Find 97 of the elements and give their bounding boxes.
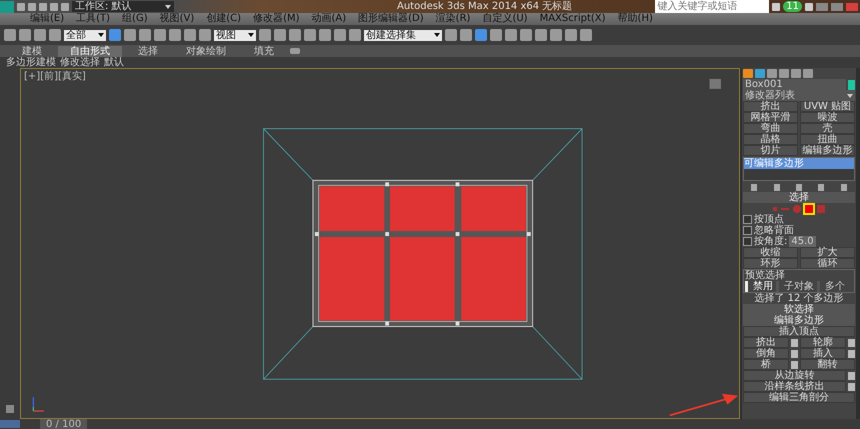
checkbox-label: 忽略背面: [754, 225, 794, 236]
selection-button[interactable]: 收缩: [743, 247, 798, 258]
checkbox-label: 按角度:: [754, 236, 788, 247]
menu-item[interactable]: 组(G): [122, 13, 148, 25]
modifier-button[interactable]: 挤出: [743, 101, 798, 112]
selection-button[interactable]: 扩大: [800, 247, 855, 258]
checkbox[interactable]: [743, 237, 752, 246]
modifier-button[interactable]: 晶格: [743, 134, 798, 145]
stack-item[interactable]: 可编辑多边形: [744, 158, 854, 169]
checkbox[interactable]: [743, 226, 752, 235]
caret-icon: [165, 4, 171, 8]
radio-button[interactable]: 子对象: [776, 281, 814, 292]
checkbox-label: 按顶点: [754, 214, 784, 225]
rollout-header[interactable]: 软选择: [743, 304, 855, 315]
ribbon-panel-tab[interactable]: 修改选择: [60, 57, 100, 68]
insert-vertex-button[interactable]: 插入顶点: [743, 326, 855, 337]
angle-spinner[interactable]: 45.0: [789, 236, 816, 247]
radio-button[interactable]: 多个: [817, 281, 845, 292]
ribbon-tab[interactable]: 自由形式: [58, 46, 122, 56]
close-button[interactable]: [846, 2, 858, 10]
selection-button[interactable]: 循环: [800, 258, 855, 269]
search-field[interactable]: 键入关键字或短语: [655, 0, 770, 13]
edit-button[interactable]: 从边旋转: [743, 370, 846, 381]
modifier-button[interactable]: 扭曲: [800, 134, 855, 145]
window-title: Autodesk 3ds Max 2014 x64: [397, 1, 540, 12]
modifier-button[interactable]: 切片: [743, 145, 798, 156]
caret-icon: [248, 33, 254, 37]
rollout-header[interactable]: 选择: [743, 192, 855, 203]
caret-icon: [98, 33, 104, 37]
menu-item[interactable]: MAXScript(X): [540, 13, 606, 25]
modifier-button[interactable]: 壳: [800, 123, 855, 134]
annotation-arrow: [668, 392, 740, 419]
vertex-level-icon[interactable]: [773, 206, 777, 210]
border-level-icon[interactable]: [793, 204, 801, 212]
menu-item[interactable]: 渲染(R): [436, 13, 470, 25]
edit-button[interactable]: 沿样条线挤出: [743, 381, 846, 392]
ribbon-tab[interactable]: 选择: [126, 46, 170, 56]
edit-button[interactable]: 桥: [743, 359, 789, 370]
menu-item[interactable]: 编辑(E): [30, 13, 64, 25]
ribbon-tab[interactable]: 建模: [10, 46, 54, 56]
ribbon-panel-tab[interactable]: 默认: [104, 57, 124, 68]
selection-status: 选择了 12 个多边形: [753, 293, 845, 304]
ribbon-tab[interactable]: 对象绘制: [174, 46, 238, 56]
object-name-field[interactable]: Box001: [743, 79, 846, 90]
selection-button[interactable]: 环形: [743, 258, 798, 269]
modifier-button[interactable]: 弯曲: [743, 123, 798, 134]
rollout-header[interactable]: 编辑多边形: [743, 315, 855, 326]
selected-polygon[interactable]: [461, 237, 526, 321]
timeline-button[interactable]: [0, 420, 20, 428]
menu-item[interactable]: 自定义(U): [482, 13, 528, 25]
document-title: 无标题: [542, 1, 572, 12]
viewport-label[interactable]: [+][前][真实]: [24, 71, 86, 82]
caret-icon: [434, 33, 440, 37]
selected-polygon[interactable]: [461, 186, 526, 232]
menu-item[interactable]: 工具(T): [76, 13, 110, 25]
edit-button[interactable]: 编辑三角剖分: [743, 392, 855, 403]
modifier-button[interactable]: 网格平滑: [743, 112, 798, 123]
modifier-button[interactable]: UVW 贴图: [800, 101, 855, 112]
axis-tripod-icon: [32, 397, 44, 412]
modifier-button[interactable]: 编辑多边形: [800, 145, 855, 156]
menu-item[interactable]: 视图(V): [160, 13, 194, 25]
selected-polygon[interactable]: [320, 237, 384, 321]
reference-coordinate-dropdown[interactable]: 视图: [214, 30, 256, 40]
selected-polygon[interactable]: [390, 237, 455, 321]
maximize-button[interactable]: [831, 2, 843, 10]
minimize-button[interactable]: [816, 2, 828, 10]
menu-item[interactable]: 帮助(H): [618, 13, 653, 25]
ribbon-panel-tab[interactable]: 多边形建模: [6, 57, 56, 68]
frame-counter[interactable]: 0 / 100: [40, 418, 88, 429]
edit-button[interactable]: 倒角: [743, 348, 789, 359]
edit-button[interactable]: 轮廓: [800, 337, 846, 348]
caret-icon: [847, 94, 853, 98]
group-title: 预览选择: [745, 270, 785, 281]
selection-filter-dropdown[interactable]: 全部: [64, 30, 106, 40]
viewport[interactable]: [+][前][真实]: [20, 68, 740, 419]
checkbox[interactable]: [743, 215, 752, 224]
panel-scrollbar[interactable]: [856, 68, 860, 419]
workspace-dropdown[interactable]: 工作区: 默认: [72, 1, 174, 12]
radio-button[interactable]: 禁用: [745, 281, 773, 292]
menu-item[interactable]: 图形编辑器(D): [358, 13, 424, 25]
edit-button[interactable]: 翻转: [800, 359, 855, 370]
menu-item[interactable]: 动画(A): [312, 13, 346, 25]
ribbon-tab[interactable]: 填充: [242, 46, 286, 56]
edge-level-icon[interactable]: [781, 208, 789, 210]
edit-button[interactable]: 挤出: [743, 337, 789, 348]
named-selection-dropdown[interactable]: 创建选择集: [364, 30, 442, 40]
app-logo-icon[interactable]: [0, 0, 14, 12]
menu-item[interactable]: 修改器(M): [253, 13, 300, 25]
edit-button[interactable]: 插入: [800, 348, 846, 359]
modifier-list-dropdown[interactable]: 修改器列表: [743, 90, 855, 101]
modifier-button[interactable]: 噪波: [800, 112, 855, 123]
selected-polygon[interactable]: [390, 186, 455, 232]
element-level-icon[interactable]: [817, 204, 825, 212]
selected-polygon[interactable]: [320, 186, 384, 232]
polygon-level-icon[interactable]: [805, 204, 813, 212]
object-color-swatch[interactable]: [848, 80, 855, 90]
menu-item[interactable]: 创建(C): [206, 13, 242, 25]
